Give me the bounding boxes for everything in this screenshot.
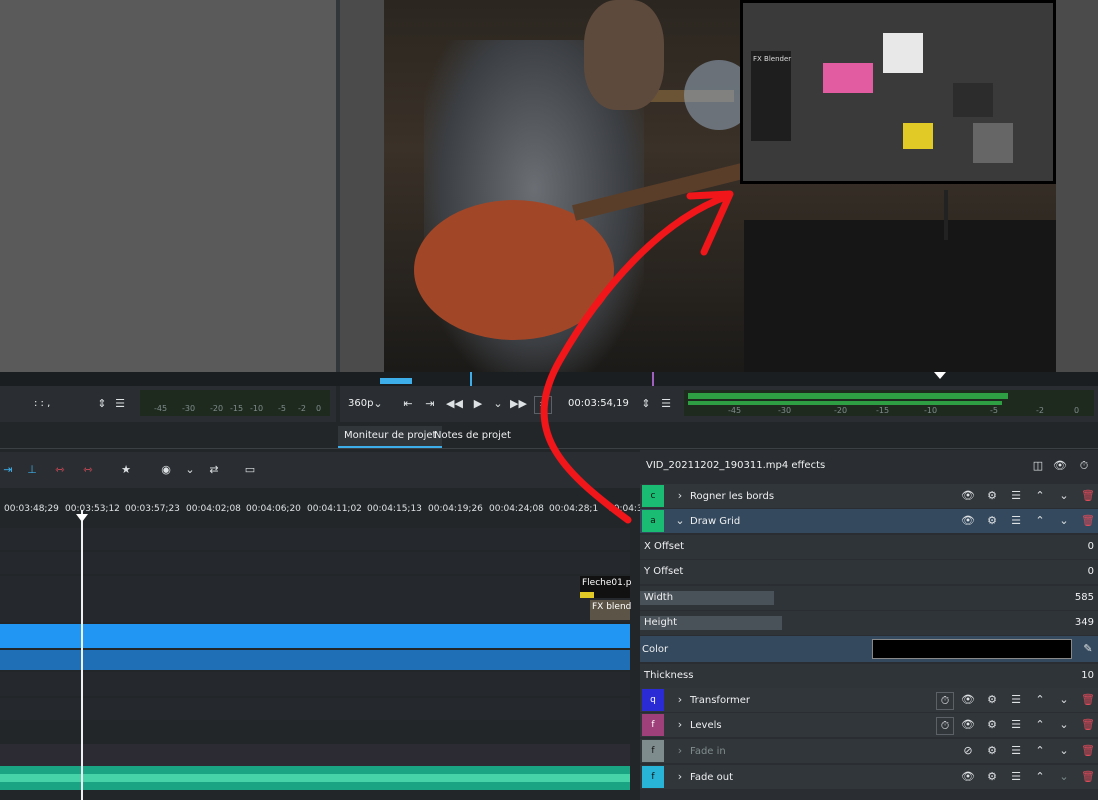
- annotation-arrow: [540, 190, 734, 524]
